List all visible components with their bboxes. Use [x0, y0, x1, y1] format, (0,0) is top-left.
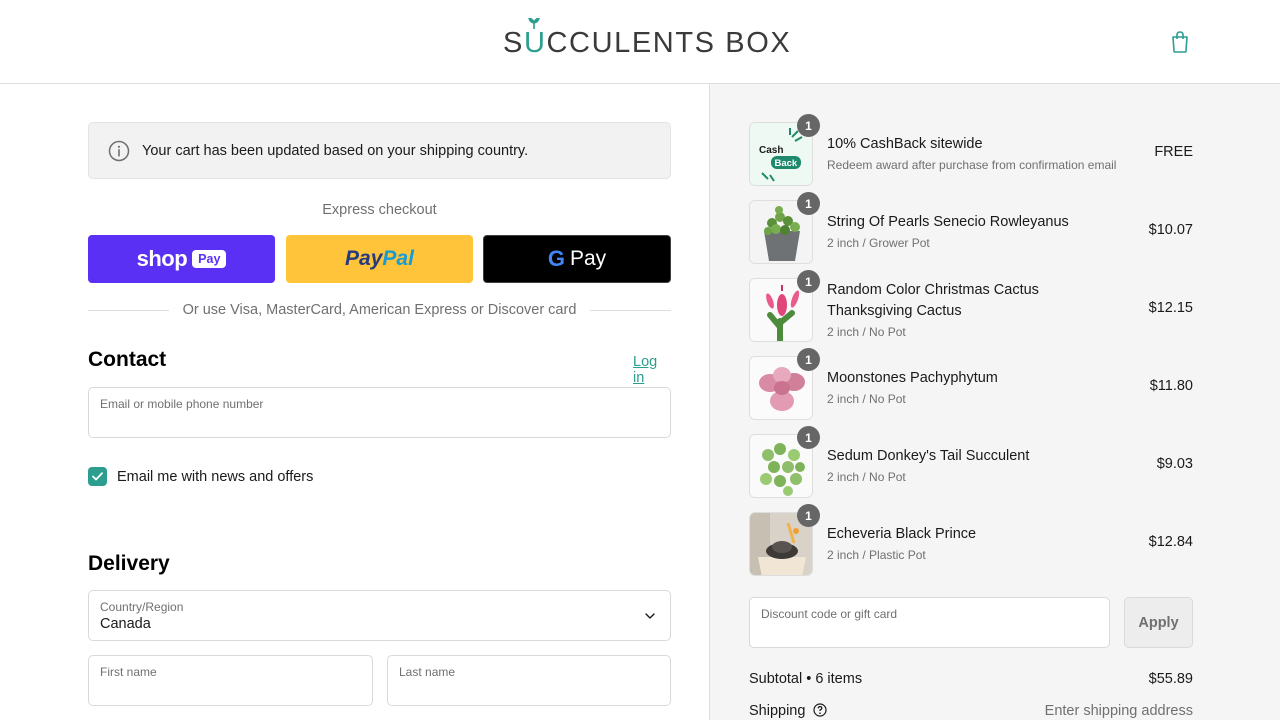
newsletter-option[interactable]: Email me with news and offers — [88, 467, 313, 486]
google-g-icon: G — [547, 246, 565, 271]
discount-code-field[interactable]: Discount code or gift card — [749, 597, 1110, 648]
divider-line — [88, 309, 169, 311]
line-item: 1 String Of Pearls Senecio Rowleyanus 2 … — [749, 192, 1193, 264]
item-variant: 2 inch / No Pot — [827, 325, 906, 339]
first-name-field[interactable]: First name — [88, 655, 373, 706]
shipping-row: Shipping Enter shipping address — [749, 703, 1193, 719]
last-name-input[interactable] — [399, 682, 659, 702]
quantity-badge: 1 — [797, 270, 820, 293]
delivery-heading: Delivery — [88, 552, 170, 575]
subtotal-value: $55.89 — [1148, 671, 1193, 687]
quantity-badge: 1 — [797, 348, 820, 371]
item-variant: 2 inch / Plastic Pot — [827, 548, 926, 562]
chevron-down-icon — [645, 613, 655, 619]
item-name: 10% CashBack sitewide — [827, 136, 983, 152]
shipping-value: Enter shipping address — [1044, 703, 1193, 719]
item-name: Moonstones Pachyphytum — [827, 370, 998, 386]
item-variant: Redeem award after purchase from confirm… — [827, 158, 1117, 172]
shop-pay-wordmark: shop — [136, 246, 188, 271]
item-price: $10.07 — [1148, 222, 1193, 238]
checkmark-icon — [92, 472, 103, 481]
item-name: Random Color Christmas Cactus Thanksgivi… — [827, 282, 1039, 319]
info-circle-icon — [108, 140, 130, 161]
quantity-badge: 1 — [797, 114, 820, 137]
first-name-label: First name — [100, 665, 157, 679]
paypal-wordmark-pal: Pal — [382, 247, 414, 270]
newsletter-checkbox[interactable] — [88, 467, 107, 486]
item-variant: 2 inch / Grower Pot — [827, 236, 930, 250]
country-value: Canada — [100, 616, 151, 632]
paypal-button[interactable]: Pay Pal — [286, 235, 473, 283]
paypal-wordmark-pay: Pay — [345, 247, 383, 270]
logo-letter-u: U — [524, 18, 547, 60]
card-divider: Or use Visa, MasterCard, American Expres… — [88, 301, 671, 319]
apply-discount-button[interactable]: Apply — [1124, 597, 1193, 648]
country-label: Country/Region — [100, 600, 184, 614]
shop-pay-badge: Pay — [192, 250, 227, 268]
item-price: $9.03 — [1156, 456, 1193, 472]
last-name-field[interactable]: Last name — [387, 655, 671, 706]
last-name-label: Last name — [399, 665, 456, 679]
express-checkout-label: Express checkout — [322, 202, 437, 218]
item-variant: 2 inch / No Pot — [827, 392, 906, 406]
quantity-badge: 1 — [797, 426, 820, 449]
login-link[interactable]: Log in — [633, 354, 671, 386]
item-price: $11.80 — [1149, 378, 1193, 394]
notice-text: Your cart has been updated based on your… — [142, 142, 529, 159]
svg-text:Back: Back — [775, 158, 798, 169]
item-price: $12.84 — [1148, 534, 1193, 550]
quantity-badge: 1 — [797, 504, 820, 527]
item-name: Sedum Donkey's Tail Succulent — [827, 448, 1030, 464]
email-field-label: Email or mobile phone number — [100, 397, 264, 411]
google-pay-wordmark: Pay — [569, 247, 607, 270]
question-circle-icon[interactable] — [813, 703, 828, 717]
line-item: Cash Back 1 10% CashBack sitewide Redeem… — [749, 114, 1193, 186]
subtotal-label: Subtotal • 6 items — [749, 671, 863, 687]
divider-line — [590, 309, 671, 311]
card-divider-text: Or use Visa, MasterCard, American Expres… — [182, 302, 577, 318]
svg-text:Cash: Cash — [759, 145, 783, 156]
sprout-icon — [528, 18, 540, 29]
subtotal-row: Subtotal • 6 items $55.89 — [749, 671, 1193, 687]
email-field[interactable]: Email or mobile phone number — [88, 387, 671, 438]
item-name: String Of Pearls Senecio Rowleyanus — [827, 214, 1069, 230]
cart-updated-notice: Your cart has been updated based on your… — [88, 122, 671, 179]
header: S U CCULENTS BOX — [0, 0, 1280, 84]
item-name: Echeveria Black Prince — [827, 526, 977, 542]
discount-code-input[interactable] — [761, 624, 1098, 644]
country-select[interactable]: Country/Region Canada — [88, 590, 671, 641]
quantity-badge: 1 — [797, 192, 820, 215]
email-input[interactable] — [100, 414, 659, 434]
google-pay-button[interactable]: G Pay — [483, 235, 671, 283]
shopping-bag-icon[interactable] — [1169, 30, 1191, 54]
brand-logo[interactable]: S U CCULENTS BOX — [503, 18, 792, 60]
line-item: 1 Moonstones Pachyphytum 2 inch / No Pot… — [749, 348, 1193, 420]
discount-code-label: Discount code or gift card — [761, 607, 898, 621]
shipping-label: Shipping — [749, 703, 806, 719]
order-summary: Cash Back 1 10% CashBack sitewide Redeem… — [709, 84, 1280, 720]
line-item: 1 Echeveria Black Prince 2 inch / Plasti… — [749, 504, 1193, 576]
item-variant: 2 inch / No Pot — [827, 470, 906, 484]
shop-pay-button[interactable]: shop Pay — [88, 235, 275, 283]
logo-text-right: CCULENTS BOX — [546, 27, 792, 59]
first-name-input[interactable] — [100, 682, 361, 702]
line-item: 1 Random Color Christmas Cactus Thanksgi… — [749, 270, 1193, 342]
newsletter-label: Email me with news and offers — [117, 468, 314, 485]
logo-text-left: S — [503, 27, 524, 59]
contact-heading: Contact — [88, 348, 167, 371]
line-item: 1 Sedum Donkey's Tail Succulent 2 inch /… — [749, 426, 1193, 498]
item-price: $12.15 — [1148, 300, 1193, 316]
item-price: FREE — [1154, 144, 1193, 160]
